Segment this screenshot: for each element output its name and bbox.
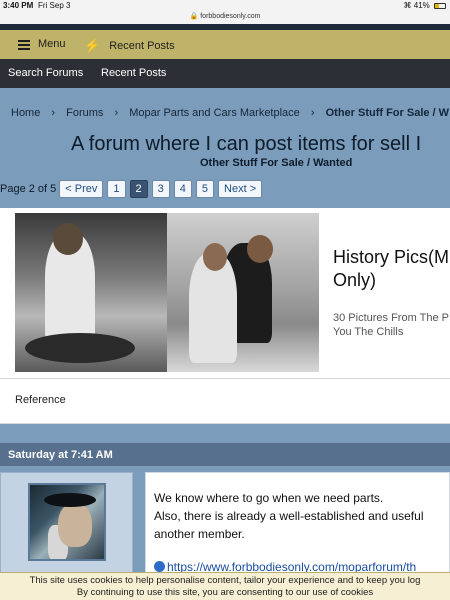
cookie-notice-line-2: By continuing to use this site, you are … xyxy=(76,587,374,598)
lightning-icon: ⚡ xyxy=(84,38,101,53)
search-forums-link[interactable]: Search Forums xyxy=(8,67,83,79)
cookie-notice-line-1: This site uses cookies to help personali… xyxy=(29,575,421,586)
post-message: We know where to go when we need parts. … xyxy=(145,472,450,576)
page-button-2[interactable]: 2 xyxy=(129,180,148,198)
status-date: Fri Sep 3 xyxy=(38,1,71,10)
ad-image[interactable] xyxy=(15,213,319,372)
post: We know where to go when we need parts. … xyxy=(0,466,450,576)
page-title: A forum where I can post items for sell … xyxy=(71,133,422,155)
battery-icon xyxy=(434,2,446,9)
recent-posts-button[interactable]: ⚡ Recent Posts xyxy=(84,38,175,54)
page-indicator[interactable]: Page 2 of 5 xyxy=(0,183,56,195)
post-timestamp[interactable]: Saturday at 7:41 AM xyxy=(8,449,113,461)
sponsored-ad[interactable]: History Pics(M Only) 30 Pictures From Th… xyxy=(0,208,450,378)
ad-reference[interactable]: Reference xyxy=(0,378,450,424)
ad-title[interactable]: History Pics(M Only) xyxy=(333,246,450,292)
lock-icon: 🔒 xyxy=(189,13,199,20)
thread-prefix[interactable]: Other Stuff For Sale / Wanted xyxy=(200,157,352,169)
recent-posts-label: Recent Posts xyxy=(109,40,175,52)
site-favicon-icon xyxy=(154,561,165,572)
post-user-cell xyxy=(0,472,133,576)
breadcrumb-marketplace[interactable]: Mopar Parts and Cars Marketplace xyxy=(129,107,300,119)
hamburger-icon xyxy=(18,39,30,50)
wifi-icon: ⌘ xyxy=(403,1,412,10)
status-right: ⌘ 41% xyxy=(404,1,446,10)
url-text: forbbodiesonly.com xyxy=(200,13,261,20)
page-button-3[interactable]: 3 xyxy=(151,180,170,198)
breadcrumb-forums[interactable]: Forums xyxy=(66,107,103,119)
prev-page-button[interactable]: < Prev xyxy=(59,180,104,198)
post-line-3: another member. xyxy=(154,527,245,541)
avatar[interactable] xyxy=(28,483,106,561)
top-nav: Menu ⚡ Recent Posts xyxy=(0,30,450,59)
breadcrumb: Home › Forums › Mopar Parts and Cars Mar… xyxy=(11,107,449,119)
browser-url-bar[interactable]: 🔒 forbbodiesonly.com xyxy=(0,12,450,24)
recent-posts-link[interactable]: Recent Posts xyxy=(101,67,166,79)
post-header: Saturday at 7:41 AM xyxy=(0,443,450,466)
ad-photo-right xyxy=(167,213,319,372)
pagination: Page 2 of 5 < Prev 1 2 3 4 5 Next > xyxy=(0,180,266,198)
post-line-2: Also, there is already a well-establishe… xyxy=(154,509,424,523)
ad-reference-label: Reference xyxy=(15,394,66,406)
status-time: 3:40 PM xyxy=(3,1,34,10)
chevron-right-icon: › xyxy=(310,107,315,119)
page-button-1[interactable]: 1 xyxy=(107,180,126,198)
content-gap xyxy=(0,424,450,443)
chevron-right-icon: › xyxy=(51,107,56,119)
thread-header: Home › Forums › Mopar Parts and Cars Mar… xyxy=(0,88,450,208)
ad-photo-left xyxy=(15,213,167,372)
next-page-button[interactable]: Next > xyxy=(218,180,263,198)
menu-button[interactable]: Menu xyxy=(18,38,66,50)
cookie-notice: This site uses cookies to help personali… xyxy=(0,572,450,600)
ad-description[interactable]: 30 Pictures From The P You The Chills xyxy=(333,311,450,339)
chevron-right-icon: › xyxy=(114,107,119,119)
battery-percent: 41% xyxy=(413,1,430,10)
sub-nav: Search Forums Recent Posts xyxy=(0,59,450,88)
page-button-4[interactable]: 4 xyxy=(173,180,192,198)
page-button-5[interactable]: 5 xyxy=(195,180,215,198)
breadcrumb-current[interactable]: Other Stuff For Sale / W xyxy=(326,107,449,119)
device-status-bar: 3:40 PM Fri Sep 3 ⌘ 41% xyxy=(0,0,450,12)
breadcrumb-home[interactable]: Home xyxy=(11,107,40,119)
post-line-1: We know where to go when we need parts. xyxy=(154,491,384,505)
menu-label: Menu xyxy=(38,38,66,50)
